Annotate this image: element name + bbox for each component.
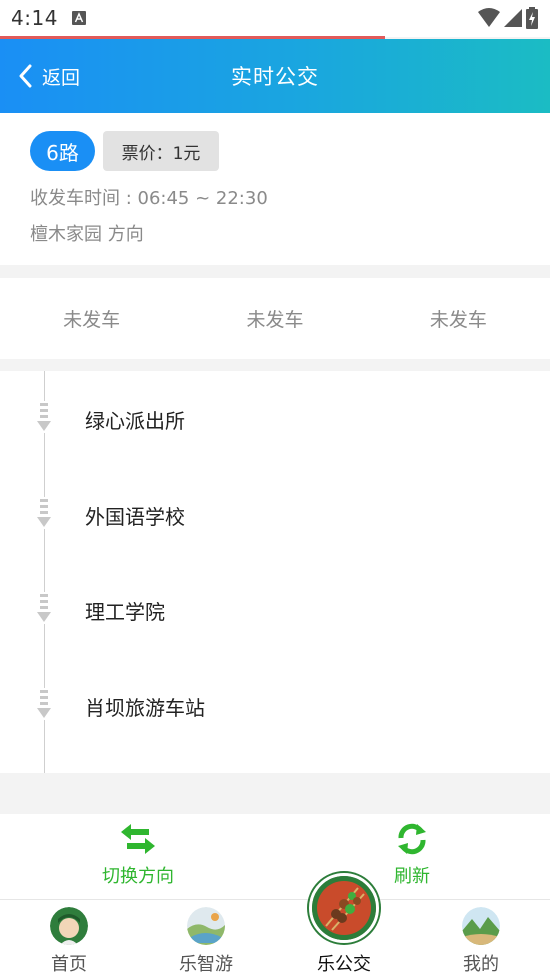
tab-label: 乐公交 bbox=[317, 954, 371, 975]
tab-label: 我的 bbox=[463, 954, 499, 975]
bus-status-item: 未发车 bbox=[246, 309, 304, 331]
status-time: 4:14 bbox=[11, 6, 58, 30]
stop-list: 绿心派出所 外国语学校 理工学院 肖坝旅游车站 bbox=[0, 371, 550, 773]
home-avatar-icon bbox=[50, 907, 88, 945]
stop-marker-icon bbox=[36, 497, 52, 529]
stop-name: 理工学院 bbox=[85, 600, 165, 624]
bus-status-item: 未发车 bbox=[429, 309, 487, 331]
battery-charging-icon bbox=[526, 7, 538, 29]
tab-mine[interactable]: 我的 bbox=[426, 900, 536, 979]
skewers-icon bbox=[312, 876, 376, 940]
status-bar: 4:14 bbox=[0, 0, 550, 39]
tab-travel[interactable]: 乐智游 bbox=[151, 900, 261, 979]
tab-home[interactable]: 首页 bbox=[14, 900, 124, 979]
app-header: 返回 实时公交 bbox=[0, 39, 550, 113]
stop-marker-icon bbox=[36, 592, 52, 624]
bus-status-row: 未发车 未发车 未发车 bbox=[0, 278, 550, 359]
switch-direction-button[interactable]: 切换方向 bbox=[68, 822, 208, 898]
route-direction: 檀木家园 方向 bbox=[30, 224, 144, 245]
fare-chip: 票价：1元 bbox=[103, 131, 219, 171]
bottom-tab-bar: 首页 乐智游 乐公交 我的 bbox=[0, 899, 550, 979]
a-icon bbox=[72, 11, 86, 25]
bus-food-icon[interactable] bbox=[309, 873, 379, 943]
profile-landscape-icon bbox=[462, 907, 500, 945]
system-icons bbox=[478, 7, 538, 29]
tab-label: 首页 bbox=[51, 954, 87, 975]
refresh-icon bbox=[398, 823, 426, 855]
page-title: 实时公交 bbox=[231, 65, 319, 89]
wifi-icon bbox=[478, 8, 500, 27]
stop-item[interactable]: 绿心派出所 bbox=[0, 387, 550, 447]
refresh-label: 刷新 bbox=[394, 866, 430, 887]
stop-name: 肖坝旅游车站 bbox=[85, 696, 205, 720]
stop-name: 绿心派出所 bbox=[85, 409, 185, 433]
stop-name: 外国语学校 bbox=[85, 505, 185, 529]
stop-item[interactable]: 外国语学校 bbox=[0, 483, 550, 543]
stop-marker-icon bbox=[36, 401, 52, 433]
stop-marker-icon bbox=[36, 688, 52, 720]
stop-item[interactable]: 肖坝旅游车站 bbox=[0, 674, 550, 734]
switch-direction-label: 切换方向 bbox=[102, 866, 174, 887]
travel-icon bbox=[187, 907, 225, 945]
tab-label: 乐智游 bbox=[179, 954, 233, 975]
stop-item[interactable]: 理工学院 bbox=[0, 578, 550, 638]
swap-arrows-icon bbox=[121, 824, 155, 854]
cellular-icon bbox=[504, 9, 522, 27]
action-bar: 切换方向 刷新 bbox=[0, 814, 550, 899]
route-info-card: 6路 票价：1元 收发车时间 : 06:45 ~ 22:30 檀木家园 方向 bbox=[0, 113, 550, 265]
operating-hours: 收发车时间 : 06:45 ~ 22:30 bbox=[30, 188, 268, 209]
route-number-badge: 6路 bbox=[30, 131, 95, 171]
bus-status-item: 未发车 bbox=[63, 309, 121, 331]
